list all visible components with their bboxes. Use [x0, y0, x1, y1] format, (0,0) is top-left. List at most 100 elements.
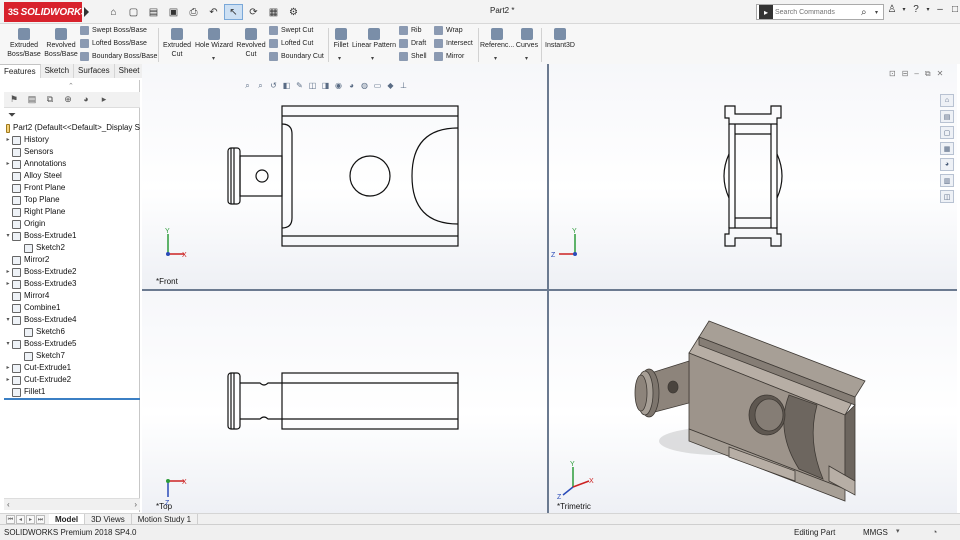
boundary-cut-button[interactable]: Boundary Cut: [269, 52, 324, 61]
unit-dropdown-icon[interactable]: ▾: [896, 527, 900, 535]
fillet-button[interactable]: Fillet: [331, 28, 351, 50]
solidworks-resources-icon[interactable]: ⌂: [940, 94, 954, 107]
draft-button[interactable]: Draft: [399, 39, 426, 48]
expand-toggle-icon[interactable]: ▸: [4, 362, 12, 374]
more-tabs-icon[interactable]: ▸: [96, 92, 112, 106]
scroll-right-icon[interactable]: ›: [134, 500, 137, 509]
solidworks-logo[interactable]: 3S SOLIDWORKS: [4, 2, 88, 22]
display-manager-tab-icon[interactable]: ◕: [78, 92, 94, 106]
wrap-button[interactable]: Wrap: [434, 26, 463, 35]
reference-geometry-button[interactable]: Referenc...: [480, 28, 514, 50]
revolved-cut-button[interactable]: Revolved Cut: [236, 28, 266, 59]
panel-collapse-icon[interactable]: ⌃: [68, 82, 74, 90]
first-tab-icon[interactable]: ⏮: [6, 514, 15, 524]
tree-item[interactable]: ▾ Boss-Extrude5: [4, 338, 140, 350]
next-tab-icon[interactable]: ▸: [26, 514, 35, 524]
custom-properties-icon[interactable]: ▥: [940, 174, 954, 187]
unit-system[interactable]: MMGS: [863, 528, 888, 537]
property-manager-tab-icon[interactable]: ▤: [24, 92, 40, 106]
save-icon[interactable]: ▣: [164, 4, 183, 20]
top-viewport[interactable]: X Z *Top: [142, 291, 547, 514]
tree-item[interactable]: Alloy Steel: [4, 170, 140, 182]
tree-item[interactable]: ▸ Boss-Extrude3: [4, 278, 140, 290]
new-document-icon[interactable]: ▢: [124, 4, 143, 20]
tree-item[interactable]: Sensors: [4, 146, 140, 158]
revolved-boss-button[interactable]: Revolved Boss/Base: [44, 28, 78, 59]
linear-pattern-button[interactable]: Linear Pattern: [352, 28, 396, 50]
tab-features[interactable]: Features: [0, 64, 41, 78]
forum-icon[interactable]: ◫: [940, 190, 954, 203]
lofted-cut-button[interactable]: Lofted Cut: [269, 39, 313, 48]
tab-sketch[interactable]: Sketch: [41, 64, 75, 78]
open-folder-icon[interactable]: ▤: [144, 4, 163, 20]
tree-item[interactable]: ▸ Annotations: [4, 158, 140, 170]
expand-toggle-icon[interactable]: ▸: [4, 158, 12, 170]
tree-item[interactable]: ▸ Cut-Extrude1: [4, 362, 140, 374]
fillet-dropdown-icon[interactable]: ▾: [338, 55, 341, 62]
home-icon[interactable]: ⌂: [104, 4, 123, 20]
help-icon[interactable]: ?: [910, 4, 922, 15]
expand-toggle-icon[interactable]: ▸: [4, 134, 12, 146]
panel-horizontal-scrollbar[interactable]: ‹ ›: [4, 498, 140, 510]
rebuild-icon[interactable]: ⟳: [244, 4, 263, 20]
instant3d-button[interactable]: Instant3D: [543, 28, 577, 50]
tree-item[interactable]: Right Plane: [4, 206, 140, 218]
search-icon[interactable]: ⌕: [861, 7, 875, 18]
tree-item[interactable]: Top Plane: [4, 194, 140, 206]
tree-item[interactable]: ▸ History: [4, 134, 140, 146]
select-arrow-icon[interactable]: ↖: [224, 4, 243, 20]
curves-button[interactable]: Curves: [515, 28, 539, 50]
design-library-icon[interactable]: ▤: [940, 110, 954, 123]
tree-item[interactable]: ▸ Boss-Extrude2: [4, 266, 140, 278]
configuration-manager-tab-icon[interactable]: ⧉: [42, 92, 58, 106]
dropdown-icon[interactable]: ▾: [901, 6, 907, 13]
dropdown-icon[interactable]: ▾: [925, 6, 931, 13]
dimxpert-tab-icon[interactable]: ⊕: [60, 92, 76, 106]
tree-item[interactable]: Front Plane: [4, 182, 140, 194]
curves-dropdown-icon[interactable]: ▾: [525, 55, 528, 62]
view-palette-icon[interactable]: ▦: [940, 142, 954, 155]
tree-item[interactable]: Sketch6: [4, 326, 140, 338]
menu-expand-icon[interactable]: [84, 7, 89, 17]
file-properties-icon[interactable]: ▦: [264, 4, 283, 20]
linear-pattern-dropdown-icon[interactable]: ▾: [371, 55, 374, 62]
extruded-cut-button[interactable]: Extruded Cut: [161, 28, 193, 59]
tree-item[interactable]: ▸ Cut-Extrude2: [4, 374, 140, 386]
swept-cut-button[interactable]: Swept Cut: [269, 26, 313, 35]
appearances-icon[interactable]: ◕: [940, 158, 954, 171]
rebuild-status-icon[interactable]: ◔: [932, 527, 937, 537]
scroll-left-icon[interactable]: ‹: [7, 500, 10, 509]
shell-button[interactable]: Shell: [399, 52, 427, 61]
tree-item[interactable]: Sketch2: [4, 242, 140, 254]
user-icon[interactable]: ♙: [886, 4, 898, 15]
viewport-horizontal-splitter[interactable]: [142, 289, 957, 291]
search-input[interactable]: [775, 8, 861, 16]
trimetric-viewport[interactable]: X Y Z *Trimetric: [549, 291, 957, 514]
restore-button[interactable]: □: [949, 4, 960, 15]
prev-tab-icon[interactable]: ◂: [16, 514, 25, 524]
feature-manager-tab-icon[interactable]: ⚑: [6, 92, 22, 106]
tree-item[interactable]: Mirror2: [4, 254, 140, 266]
search-scope-icon[interactable]: ▸: [759, 5, 773, 19]
right-viewport[interactable]: ⊡ ⊟ – ⧉ ✕ Z Y: [549, 64, 957, 289]
tree-item[interactable]: Combine1: [4, 302, 140, 314]
tree-item[interactable]: ▾ Boss-Extrude1: [4, 230, 140, 242]
bottom-tab-motion-study-1[interactable]: Motion Study 1: [132, 513, 199, 525]
expand-toggle-icon[interactable]: ▸: [4, 278, 12, 290]
mirror-button[interactable]: Mirror: [434, 52, 464, 61]
last-tab-icon[interactable]: ⏭: [36, 514, 45, 524]
tree-item[interactable]: Origin: [4, 218, 140, 230]
undo-icon[interactable]: ↶: [204, 4, 223, 20]
filter-icon[interactable]: ⏷: [8, 110, 16, 121]
swept-boss-button[interactable]: Swept Boss/Base: [80, 26, 147, 35]
rollback-bar[interactable]: [4, 398, 140, 400]
lofted-boss-button[interactable]: Lofted Boss/Base: [80, 39, 147, 48]
tree-root-part[interactable]: Part2 (Default<<Default>_Display S: [4, 122, 140, 134]
bottom-tab-model[interactable]: Model: [49, 513, 86, 525]
extruded-boss-button[interactable]: Extruded Boss/Base: [6, 28, 42, 59]
minimize-button[interactable]: –: [934, 4, 946, 15]
reference-dropdown-icon[interactable]: ▾: [494, 55, 497, 62]
expand-toggle-icon[interactable]: ▾: [4, 338, 12, 350]
rib-button[interactable]: Rib: [399, 26, 422, 35]
boundary-boss-button[interactable]: Boundary Boss/Base: [80, 52, 157, 61]
